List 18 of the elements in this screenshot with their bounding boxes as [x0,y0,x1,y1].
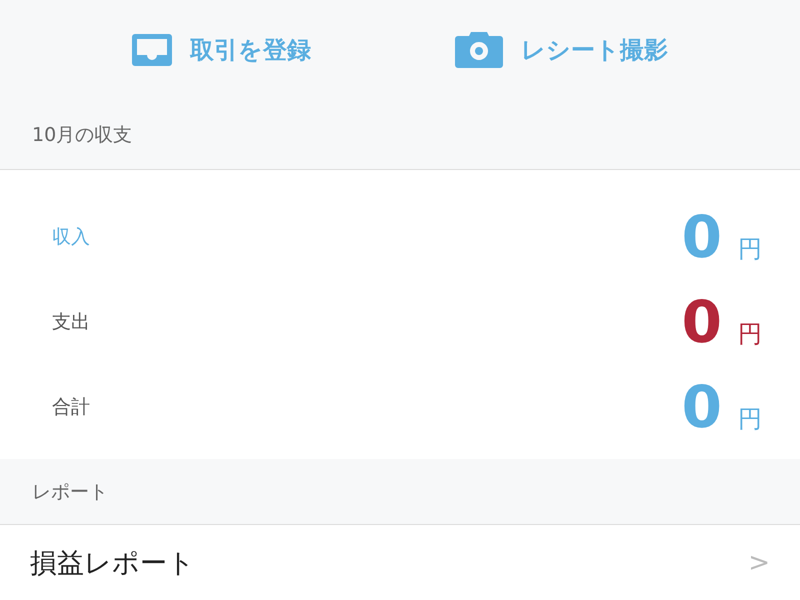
action-button[interactable]: 取引を登録 [128,30,315,70]
currency-unit: 円 [738,404,762,434]
row-label: 合計 [52,394,90,420]
amount-value: 0 [682,372,722,440]
amount-value: 0 [682,202,722,270]
row-label: 支出 [52,310,90,334]
report-item[interactable]: 損益レポート > [0,525,800,600]
tray-icon [132,34,172,66]
chevron: > [748,548,770,578]
row-label: 収入 [52,224,90,250]
currency-unit: 円 [738,318,762,350]
camera-icon [455,32,503,68]
section-title: 10月の収支 [32,122,132,148]
currency-unit: 円 [738,234,762,264]
amount-value: 0 [682,288,722,356]
action-button[interactable]: レシート撮影 [451,28,672,72]
section-title: レポート [32,480,108,504]
item-label: 損益レポート [30,546,195,580]
